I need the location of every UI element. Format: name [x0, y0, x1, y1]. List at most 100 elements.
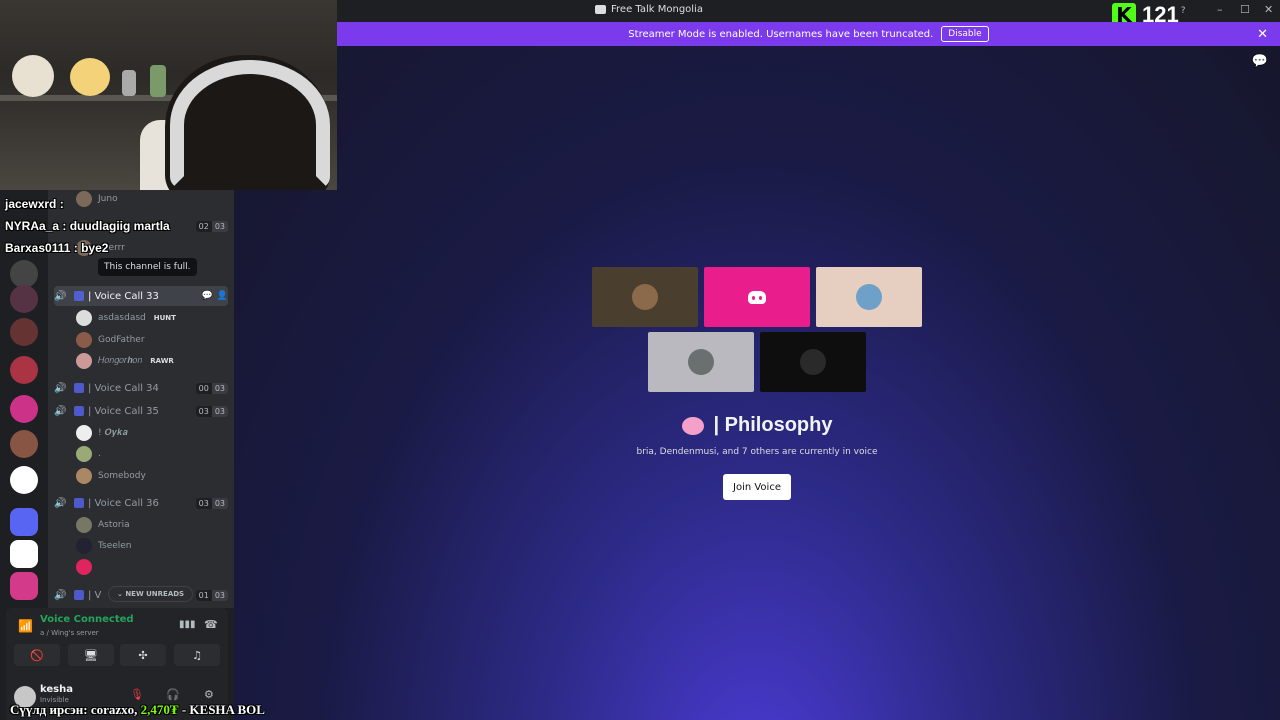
list-item[interactable]: Astoria: [76, 516, 226, 534]
user-count-badge: 03 03: [195, 497, 228, 509]
count-limit: 03: [211, 497, 228, 509]
soundboard-icon: ♫: [192, 648, 202, 662]
figure: [150, 65, 166, 97]
help-icon: ?: [1180, 6, 1186, 16]
list-item[interactable]: Somebody: [76, 467, 226, 485]
discord-app: Free Talk Mongolia – ☐ ✕ K 121 ? Streame…: [0, 0, 1280, 720]
new-unreads-label: NEW UNREADS: [125, 590, 185, 598]
speaker-icon: 🔊: [54, 589, 67, 601]
chat-message: jacewxrd :: [5, 197, 64, 211]
plush-toy: [70, 58, 110, 96]
disconnect-icon[interactable]: ☎: [204, 618, 218, 631]
ticker-prefix: Сүүлд ирсэн: corazxo,: [10, 702, 138, 717]
free-talk-server-icon[interactable]: [10, 540, 38, 568]
list-item[interactable]: asdasdasd HUNT: [76, 309, 226, 327]
user-count-badge: 03 03: [195, 405, 228, 417]
screen-share-button[interactable]: 🖥: [68, 644, 114, 666]
close-window-button[interactable]: ✕: [1264, 3, 1273, 16]
voice-channel-35[interactable]: 🔊 | Voice Call 35 03 03: [54, 401, 228, 421]
soundboard-button[interactable]: ♫: [174, 644, 220, 666]
server-icon[interactable]: [10, 430, 38, 458]
username[interactable]: kesha: [40, 684, 73, 695]
signal-icon: 📶: [18, 619, 33, 633]
count-limit: 03: [211, 220, 228, 232]
invite-icon[interactable]: 👤: [217, 291, 228, 301]
channel-name: | Philosophy: [713, 414, 833, 436]
list-item[interactable]: Tseelen: [76, 537, 226, 555]
server-icon[interactable]: [10, 572, 38, 600]
speaker-icon: 🔊: [54, 405, 67, 417]
channel-name: | Voice Call 35: [88, 405, 159, 417]
window-title-text: Free Talk Mongolia: [611, 4, 703, 15]
avatar: [76, 191, 92, 207]
participant-tile: [760, 332, 866, 392]
brain-icon: [681, 416, 704, 435]
voice-channel-33[interactable]: 🔊 | Voice Call 33 💬 👤: [54, 286, 228, 306]
count-limit: 03: [211, 589, 228, 601]
count-current: 03: [195, 497, 212, 509]
avatar: [76, 425, 92, 441]
minimize-button[interactable]: –: [1217, 3, 1223, 16]
member-name: Juno: [98, 194, 118, 204]
speaker-icon: 🔊: [54, 382, 67, 394]
server-icon[interactable]: [10, 318, 38, 346]
avatar: [76, 517, 92, 533]
close-banner-icon[interactable]: ✕: [1257, 27, 1268, 42]
user-count-badge: 00 03: [195, 382, 228, 394]
list-item[interactable]: Juno: [76, 190, 226, 208]
ticker-amount: 2,470₮: [140, 702, 179, 717]
server-icon[interactable]: [10, 260, 38, 288]
chat-bubble-icon[interactable]: 💬: [1252, 54, 1268, 69]
server-icon[interactable]: [10, 466, 38, 494]
list-item[interactable]: ! 𝑶𝒚𝒌𝒂: [76, 424, 226, 442]
list-item[interactable]: [76, 558, 226, 576]
voice-channel-34[interactable]: 🔊 | Voice Call 34 00 03: [54, 378, 228, 398]
figure: [122, 70, 136, 96]
participant-tile: [704, 267, 810, 327]
channel-emoji-icon: [74, 406, 84, 416]
member-name: Astoria: [98, 520, 130, 530]
disable-streamer-mode-button[interactable]: Disable: [941, 26, 989, 42]
channel-emoji-icon: [74, 291, 84, 301]
activities-button[interactable]: ✣: [120, 644, 166, 666]
count-limit: 03: [211, 382, 228, 394]
server-icon[interactable]: [10, 285, 38, 313]
noise-suppression-icon[interactable]: ▮▮▮: [179, 619, 196, 630]
mute-icon[interactable]: 🎙: [130, 688, 144, 701]
maximize-button[interactable]: ☐: [1240, 3, 1250, 16]
chat-icon[interactable]: 💬: [202, 291, 213, 301]
avatar: [76, 559, 92, 575]
camera-button[interactable]: 🚫: [14, 644, 60, 666]
join-voice-button[interactable]: Join Voice: [723, 474, 791, 500]
voice-connection-panel: 📶 Voice Connected a / Wing's server ▮▮▮ …: [6, 608, 228, 682]
new-unreads-button[interactable]: ⌄ NEW UNREADS: [108, 586, 194, 602]
folder-icon[interactable]: [10, 508, 38, 536]
list-item[interactable]: 𝐻𝑜𝑛𝑔𝑜𝑟𝒉𝑜𝑛 RAWR: [76, 352, 226, 370]
deafen-icon[interactable]: 🎧: [166, 688, 180, 701]
gear-icon[interactable]: ⚙: [204, 688, 214, 701]
voice-server[interactable]: a / Wing's server: [40, 629, 99, 637]
count-current: 00: [195, 382, 212, 394]
list-item[interactable]: GodFather: [76, 331, 226, 349]
voice-status[interactable]: Voice Connected: [40, 614, 134, 625]
count-current: 02: [195, 220, 212, 232]
list-item[interactable]: .: [76, 445, 226, 463]
user-count-badge: 01 03: [195, 589, 228, 601]
server-icon[interactable]: [10, 395, 38, 423]
chat-message: Barxas0111 : bye2: [5, 241, 109, 255]
avatar: [76, 538, 92, 554]
server-icon[interactable]: [10, 356, 38, 384]
headphones: [170, 60, 330, 190]
plush-toy: [12, 55, 54, 97]
ticker-suffix: - KESHA BOL: [181, 702, 265, 717]
member-name: .: [98, 449, 101, 459]
participant-avatar: [800, 349, 826, 375]
avatar: [76, 446, 92, 462]
participant-avatar: [632, 284, 658, 310]
avatar: [76, 332, 92, 348]
participant-avatar: [688, 349, 714, 375]
voice-channel-36[interactable]: 🔊 | Voice Call 36 03 03: [54, 493, 228, 513]
member-name: Tseelen: [98, 541, 132, 551]
avatar: [76, 353, 92, 369]
activities-icon: ✣: [138, 648, 148, 662]
